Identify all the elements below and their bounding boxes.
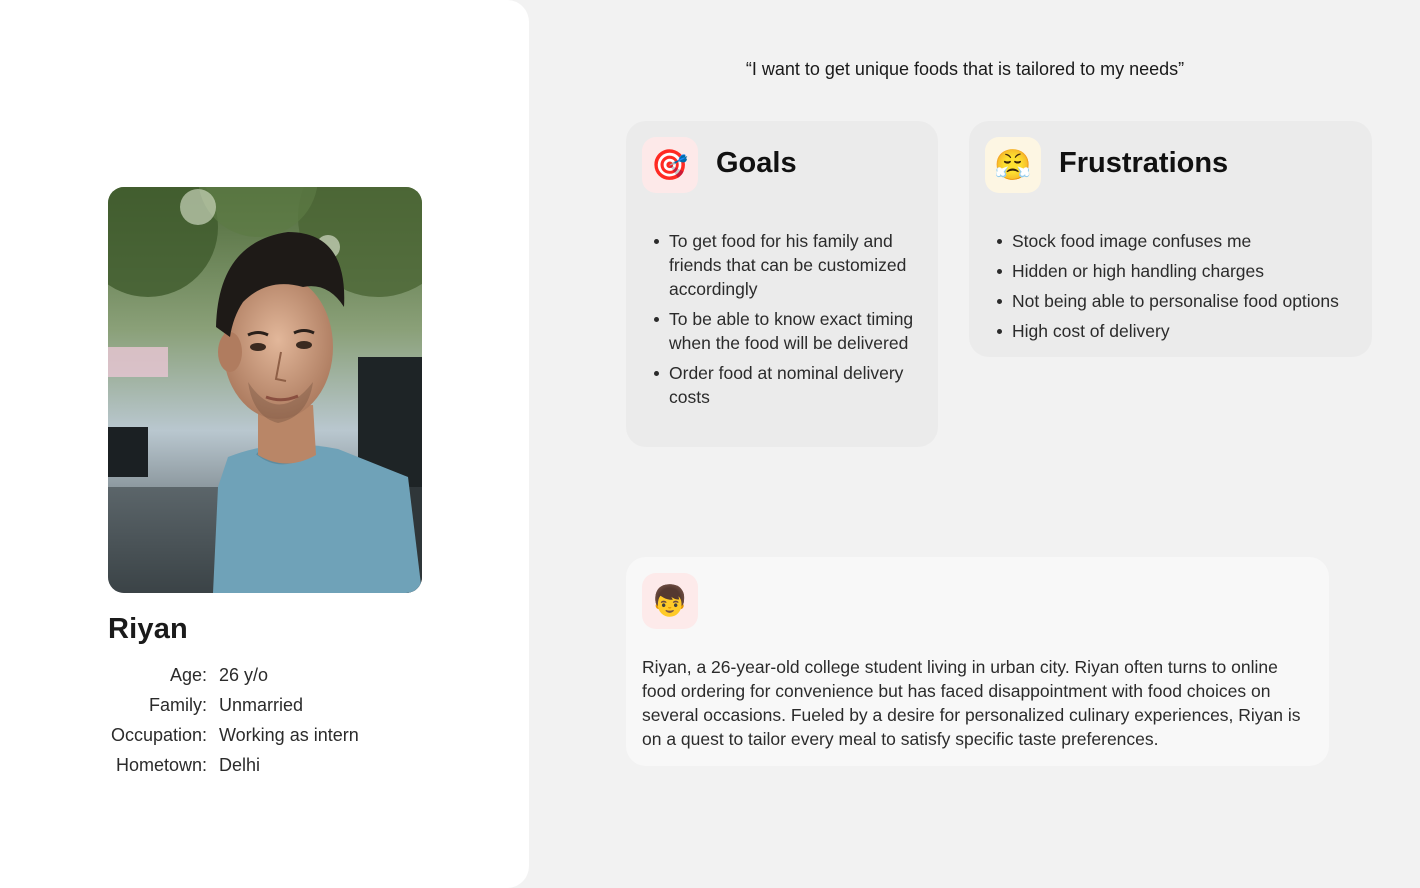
detail-value: Unmarried [219, 694, 304, 715]
bio-card: 👦 Riyan, a 26-year-old college student l… [626, 557, 1329, 766]
list-item: To be able to know exact timing when the… [652, 307, 920, 355]
detail-row-occupation: Occupation: Working as intern [108, 720, 428, 750]
list-item: To get food for his family and friends t… [652, 229, 920, 301]
detail-label: Occupation: [110, 724, 207, 745]
frustrations-card: 😤 Frustrations Stock food image confuses… [969, 121, 1372, 357]
frustrations-title: Frustrations [1059, 147, 1229, 179]
detail-label: Age: [169, 664, 207, 685]
goals-card: 🎯 Goals To get food for his family and f… [626, 121, 938, 447]
list-item: Not being able to personalise food optio… [995, 289, 1365, 313]
steaming-face-icon: 😤 [985, 137, 1041, 193]
detail-value: Delhi [219, 754, 261, 775]
persona-quote: “I want to get unique foods that is tail… [745, 59, 1185, 79]
goals-list: To get food for his family and friends t… [652, 229, 920, 415]
profile-card: Riyan Age: 26 y/o Family: Unmarried Occu… [0, 0, 529, 888]
persona-details: Age: 26 y/o Family: Unmarried Occupation… [108, 660, 428, 780]
persona-name: Riyan [108, 613, 188, 645]
bio-text: Riyan, a 26-year-old college student liv… [642, 657, 1301, 749]
target-icon: 🎯 [642, 137, 698, 193]
goals-title: Goals [716, 147, 797, 179]
detail-label: Family: [149, 694, 207, 715]
profile-photo-image [108, 187, 422, 593]
persona-page: Riyan Age: 26 y/o Family: Unmarried Occu… [0, 0, 1420, 888]
list-item: Hidden or high handling charges [995, 259, 1365, 283]
detail-row-hometown: Hometown: Delhi [108, 750, 428, 780]
list-item: Stock food image confuses me [995, 229, 1365, 253]
detail-row-age: Age: 26 y/o [108, 660, 428, 690]
boy-face-icon: 👦 [642, 573, 698, 629]
list-item: High cost of delivery [995, 319, 1365, 343]
frustrations-list: Stock food image confuses me Hidden or h… [995, 229, 1365, 349]
profile-photo [108, 187, 422, 593]
detail-value: 26 y/o [219, 664, 269, 685]
detail-label: Hometown: [115, 754, 207, 775]
detail-value: Working as intern [219, 724, 359, 745]
detail-row-family: Family: Unmarried [108, 690, 428, 720]
list-item: Order food at nominal delivery costs [652, 361, 920, 409]
